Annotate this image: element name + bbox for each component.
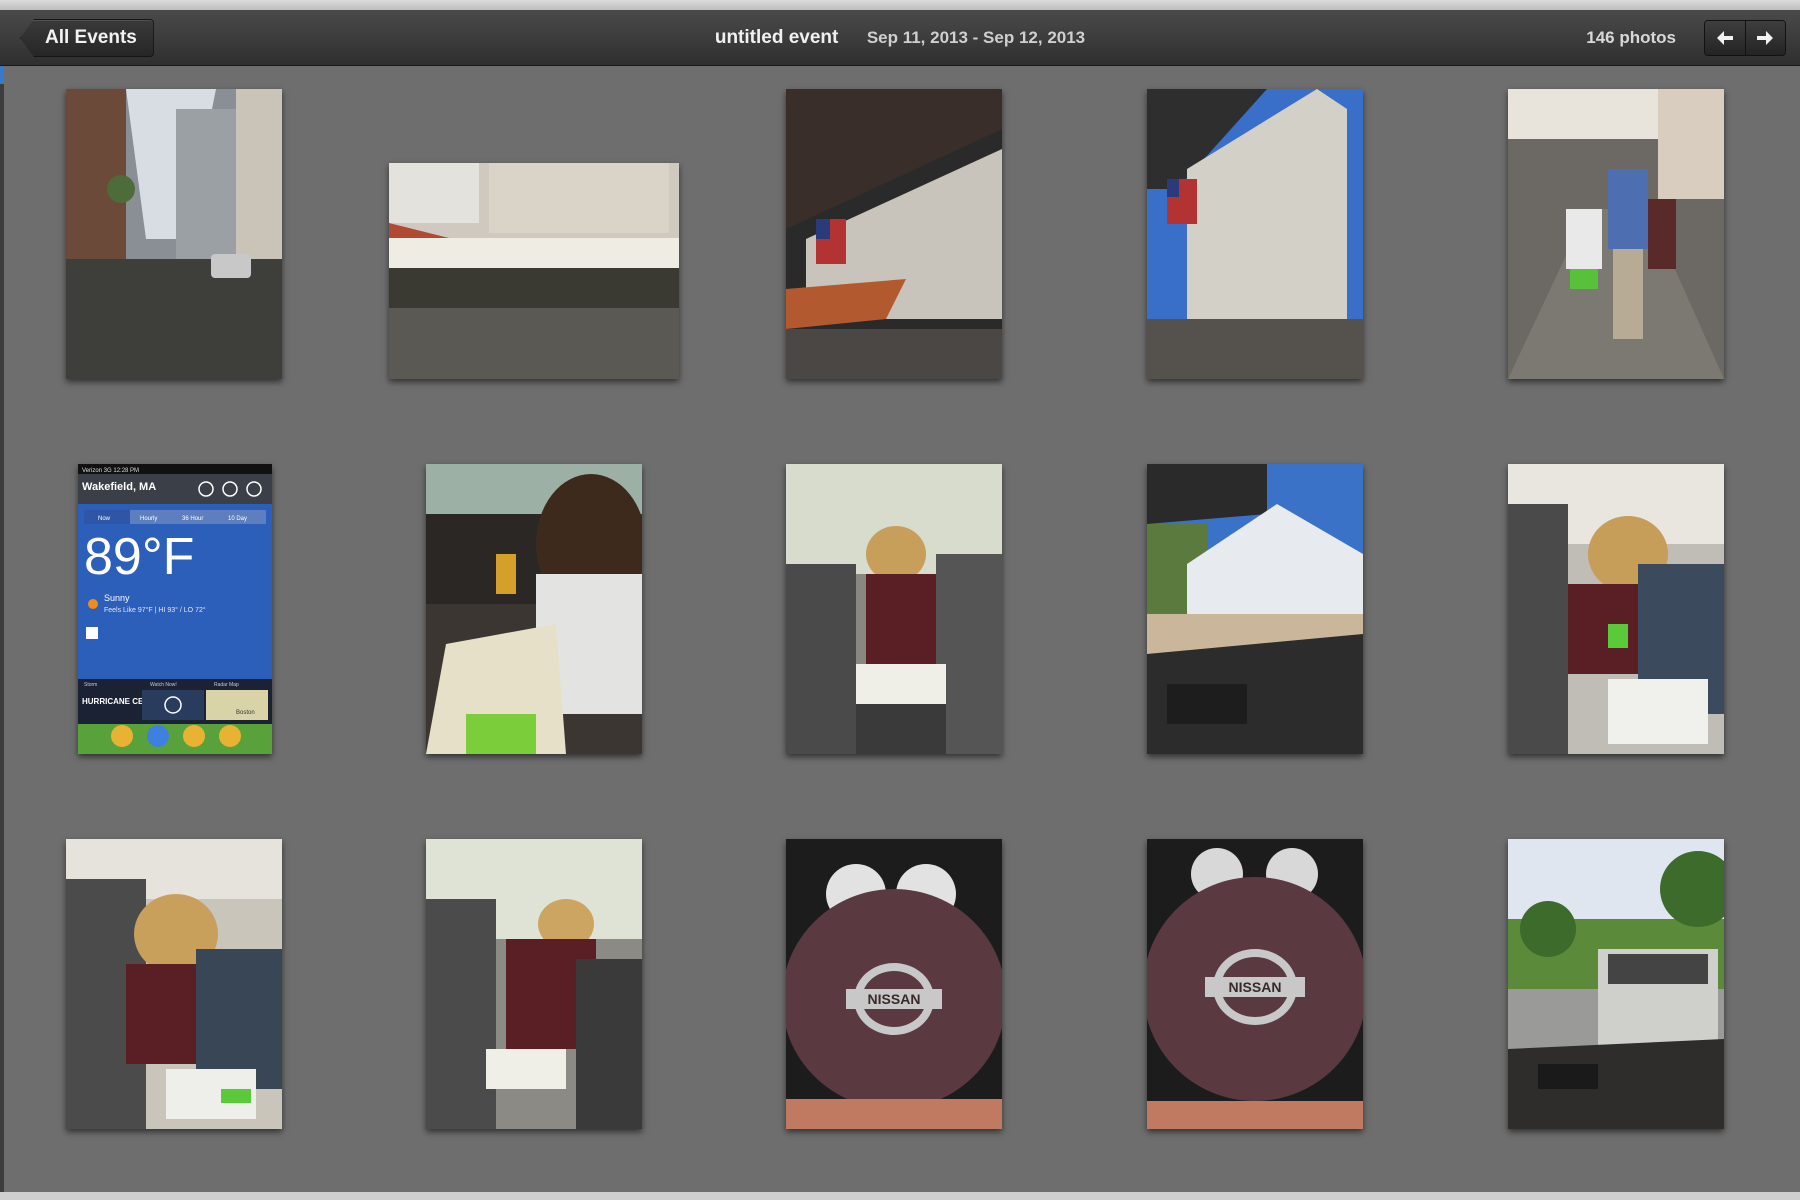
photo-thumbnail[interactable] <box>1508 464 1724 754</box>
svg-text:Boston: Boston <box>236 710 255 716</box>
photo-thumbnail[interactable] <box>1508 839 1724 1129</box>
photo-thumbnail[interactable] <box>786 89 1002 379</box>
next-event-button[interactable] <box>1744 21 1785 55</box>
event-header: untitled event Sep 11, 2013 - Sep 12, 20… <box>0 10 1800 66</box>
arrow-left-icon <box>1716 31 1733 45</box>
svg-text:36 Hour: 36 Hour <box>182 516 203 522</box>
svg-text:Radar Map: Radar Map <box>214 682 239 688</box>
photo-thumbnail[interactable] <box>426 464 642 754</box>
photo-grid: Verizon 3G 12:28 PM Wakefield, MA Now Ho… <box>0 66 1800 1186</box>
photo-thumbnail[interactable] <box>1508 89 1724 379</box>
photo-thumbnail[interactable]: NISSAN <box>1147 839 1363 1129</box>
photo-thumbnail[interactable] <box>1147 89 1363 379</box>
all-events-button[interactable]: All Events <box>20 19 154 57</box>
svg-text:NISSAN: NISSAN <box>868 991 921 1007</box>
svg-text:Wakefield, MA: Wakefield, MA <box>82 481 156 493</box>
svg-text:Watch Now!: Watch Now! <box>150 682 177 688</box>
svg-text:89°F: 89°F <box>84 528 194 586</box>
photo-thumbnail[interactable]: NISSAN <box>786 839 1002 1129</box>
svg-text:Hourly: Hourly <box>140 516 157 522</box>
previous-event-button[interactable] <box>1705 21 1745 55</box>
photo-thumbnail[interactable] <box>66 89 282 379</box>
weather-app-screenshot[interactable]: Verizon 3G 12:28 PM Wakefield, MA Now Ho… <box>78 464 272 754</box>
event-date-range: Sep 11, 2013 - Sep 12, 2013 <box>866 28 1086 47</box>
bottom-edge <box>0 1192 1800 1200</box>
svg-text:Sunny: Sunny <box>104 593 130 603</box>
photo-count: 146 photos <box>1586 28 1676 47</box>
svg-text:NISSAN: NISSAN <box>1229 979 1282 995</box>
photo-thumbnail[interactable] <box>786 464 1002 754</box>
arrow-right-icon <box>1757 31 1774 45</box>
svg-text:Feels Like 97°F | HI 93° / LO: Feels Like 97°F | HI 93° / LO 72° <box>104 606 206 614</box>
photo-thumbnail[interactable] <box>426 839 642 1129</box>
photo-thumbnail[interactable] <box>66 839 282 1129</box>
svg-text:Verizon 3G 12:28 PM: Verizon 3G 12:28 PM <box>82 468 139 474</box>
svg-text:Storm: Storm <box>84 682 97 688</box>
event-toolbar: All Events untitled event Sep 11, 2013 -… <box>0 10 1800 66</box>
photo-thumbnail[interactable] <box>389 163 679 379</box>
event-name: untitled event <box>714 27 839 48</box>
photo-thumbnail[interactable] <box>1147 464 1363 754</box>
svg-text:10 Day: 10 Day <box>228 516 247 522</box>
event-navigation <box>1704 20 1786 56</box>
svg-text:Now: Now <box>98 516 111 522</box>
weather-app-image: Verizon 3G 12:28 PM Wakefield, MA Now Ho… <box>78 464 272 754</box>
